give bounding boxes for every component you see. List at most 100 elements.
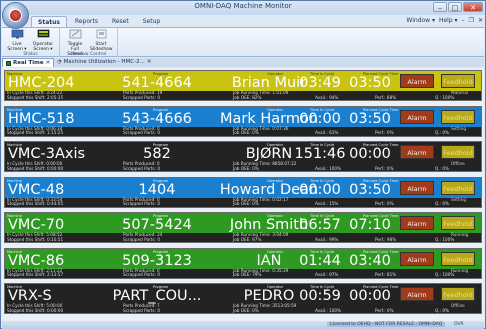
mdi-restore-button[interactable]: ❐ [469,17,474,24]
doc-tab-label: Machine Utilization - HMC-2... [63,59,145,65]
avg-cycle-time: 00:00 [349,146,391,162]
job-oee: Job OEE: 79% [233,272,262,277]
alarm-button[interactable]: Alarm [400,74,434,88]
quality: Q.: 0% [435,201,450,206]
feedhold-button[interactable]: Feedhold [441,216,475,230]
app-logo-icon [9,9,22,22]
live-screen-label: Live Screen ▾ [7,42,27,52]
tab-reports[interactable]: Reports [69,16,104,27]
group-label-status: Status [23,52,38,57]
machine-panel[interactable]: Machine HMC-204 Program 541-4664 Operato… [4,70,482,101]
machine-stats: In Cycle this Shift: 0:06:34 Parts Produ… [5,125,481,136]
group-status: Live Screen ▾ Operator Screen ▾ Status [2,28,60,57]
machine-stats: In Cycle this Shift: 0:00:00 Parts Produ… [5,161,481,171]
job-oee: Job OEE: 97% [233,236,262,242]
alarm-button[interactable]: Alarm [400,180,434,195]
avg-cycle-time: 00:00 [349,288,391,304]
machine-name: VMC-70 [8,217,65,233]
tab-setup[interactable]: Setup [137,16,166,27]
machine-panel[interactable]: Machine VMC-3Axis Program 582 Operator B… [4,141,482,172]
feedhold-button[interactable]: Feedhold [441,74,475,88]
quality: Q.: 0% [435,165,450,171]
program-number: 543-4666 [122,110,192,127]
machine-name: VRX-S [8,288,52,304]
license-text: Licensed to OEHQ - NOT FOR RESALE - OMNI… [327,322,446,327]
alarm-button[interactable]: Alarm [400,287,434,301]
close-tab-icon[interactable]: ✕ [147,58,152,67]
window-menu[interactable]: Window ▾ [406,17,435,24]
time-in-cycle: 00:00 [299,181,341,198]
machine-stats: In Cycle this Shift: 2:11:22 Parts Produ… [5,268,481,278]
feedhold-button[interactable]: Feedhold [441,145,475,159]
mdi-minimize-button[interactable]: – [462,17,465,24]
feedhold-button[interactable]: Feedhold [441,287,475,301]
program-number: 1404 [138,181,176,198]
program-number: PART_COU... [112,288,202,304]
operator-name: IAN [256,252,282,269]
alarm-button[interactable]: Alarm [400,251,434,266]
operator-screen-button[interactable]: Operator Screen ▾ [32,29,54,52]
minimize-button[interactable]: – [433,2,447,12]
scrapped-parts: Scrapped Parts: 0 [123,94,160,100]
job-oee: Job OEE: 0% [233,130,259,135]
availability: Avail.: 15% [315,201,339,206]
live-screen-button[interactable]: Live Screen ▾ [6,29,28,52]
time-in-cycle: 03:49 [299,75,341,91]
group-window-control: Toggle Full Screen Start Slideshow Windo… [60,28,118,57]
job-oee: Job OEE: 0% [233,201,259,206]
feedhold-button[interactable]: Feedhold [441,180,475,195]
mdi-close-button[interactable]: ✕ [478,17,483,24]
machine-state: Setting [451,125,466,131]
performance: Perf.: 0% [375,130,394,135]
close-tab-icon[interactable]: ✕ [46,59,51,68]
machine-status-band: Machine VMC-86 Program 509-3123 Operator… [5,248,481,269]
time-in-cycle: 151:46 [294,146,346,162]
status-bar: Licensed to OEHQ - NOT FOR RESALE - OMNI… [2,321,484,329]
window-title: OMNI-DAQ Machine Monitor [194,2,292,10]
application-menu-button[interactable] [2,2,29,29]
program-number: 509-3123 [122,252,192,269]
feedhold-button[interactable]: Feedhold [441,109,475,124]
feedhold-button[interactable]: Feedhold [441,251,475,266]
alarm-button[interactable]: Alarm [400,216,434,230]
help-menu: Window ▾ Help ▾ – ❐ ✕ [406,17,483,24]
availability: Avail.: 97% [315,272,339,277]
alarm-button[interactable]: Alarm [400,109,434,124]
avg-cycle-time: 07:10 [349,217,391,233]
job-oee: Job OEE: 0% [233,165,259,171]
scrapped-parts: Scrapped Parts: 0 [123,272,160,277]
quality: Q.: 0% [435,307,450,313]
app-window: OMNI-DAQ Machine Monitor – □ ✕ Status Re… [0,0,486,329]
restore-button[interactable]: □ [448,2,462,12]
machine-panel[interactable]: Machine VMC-48 Program 1404 Operator How… [4,176,482,208]
start-slideshow-button[interactable]: Start Slideshow [90,29,113,52]
program-number: 541-4664 [122,75,192,91]
tab-reset[interactable]: Reset [106,16,135,27]
machine-stats: In Cycle this Shift: 3:24:22 Parts Produ… [5,90,481,100]
tab-status[interactable]: Status [31,16,67,27]
scrapped-parts: Scrapped Parts: 0 [123,307,160,313]
machine-status-band: Machine VRX-S Program PART_COU... Operat… [5,284,481,304]
slideshow-icon [96,29,106,39]
program-number: 582 [143,146,171,162]
operator-name: BJØRN [245,146,293,162]
machine-panel[interactable]: Machine VRX-S Program PART_COU... Operat… [4,283,482,314]
quality: Q.: 100% [435,94,455,100]
doc-tab-machine-utilization[interactable]: ◔ Machine Utilization - HMC-2... ✕ [54,58,154,67]
close-button[interactable]: ✕ [463,2,483,12]
machine-panel[interactable]: Machine HMC-518 Program 543-4666 Operato… [4,105,482,137]
machine-panel[interactable]: Machine VMC-70 Program 507-5424 Operator… [4,212,482,243]
machine-stats: In Cycle this Shift: 5:08:52 Parts Produ… [5,232,481,242]
avg-cycle-time: 03:40 [349,252,391,269]
fullscreen-icon [69,29,81,39]
window-controls: – □ ✕ [433,2,483,12]
alarm-button[interactable]: Alarm [400,145,434,159]
machine-state: Offline [451,303,465,308]
help-menu-item[interactable]: Help ▾ [439,17,458,24]
machine-panel[interactable]: Machine VMC-86 Program 509-3123 Operator… [4,247,482,279]
performance: Perf.: 81% [375,272,397,277]
doc-tab-real-time[interactable]: Real Time ✕ [2,58,55,68]
stopped-shift: Stopped this Shift: 0:44:05 [7,201,64,206]
start-slideshow-label: Start Slideshow [90,42,113,52]
stopped-shift: Stopped this Shift: 0:00:00 [7,307,64,313]
